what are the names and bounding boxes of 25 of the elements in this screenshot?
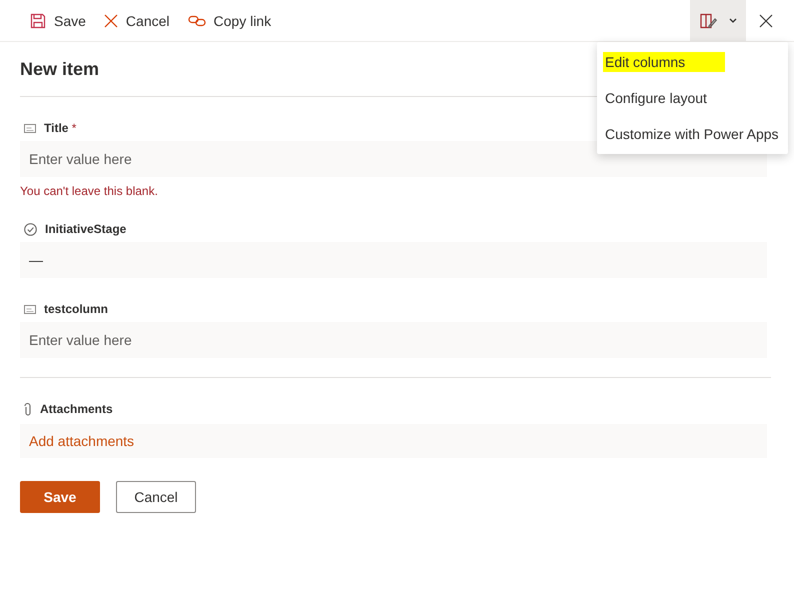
save-button[interactable]: Save — [20, 481, 100, 513]
add-attachments-link[interactable]: Add attachments — [20, 424, 767, 458]
paperclip-icon — [24, 402, 32, 416]
edit-form-button[interactable] — [690, 0, 746, 42]
field-label: Attachments — [40, 402, 113, 416]
check-circle-icon — [24, 222, 37, 236]
error-message: You can't leave this blank. — [20, 184, 159, 198]
text-field-icon — [24, 304, 36, 314]
input-field[interactable]: Enter value here — [20, 322, 767, 358]
field-label: InitiativeStage — [45, 222, 126, 236]
cancel-button[interactable]: Cancel — [116, 481, 196, 513]
close-icon — [759, 14, 773, 28]
link-icon — [188, 14, 206, 26]
field-label: Title * — [44, 121, 76, 135]
chevron-down-icon — [728, 18, 736, 23]
field-label: testcolumn — [44, 302, 108, 316]
close-icon — [104, 14, 118, 28]
input-field[interactable]: Enter value here — [20, 141, 767, 177]
save-button[interactable]: Save — [20, 0, 94, 40]
cancel-button[interactable]: Cancel — [94, 0, 178, 40]
choice-field[interactable]: — — [20, 242, 767, 278]
link-button[interactable]: Copy link — [178, 0, 280, 40]
text-field-icon — [24, 124, 36, 132]
save-icon — [30, 12, 46, 28]
form-edit-icon — [700, 12, 716, 28]
